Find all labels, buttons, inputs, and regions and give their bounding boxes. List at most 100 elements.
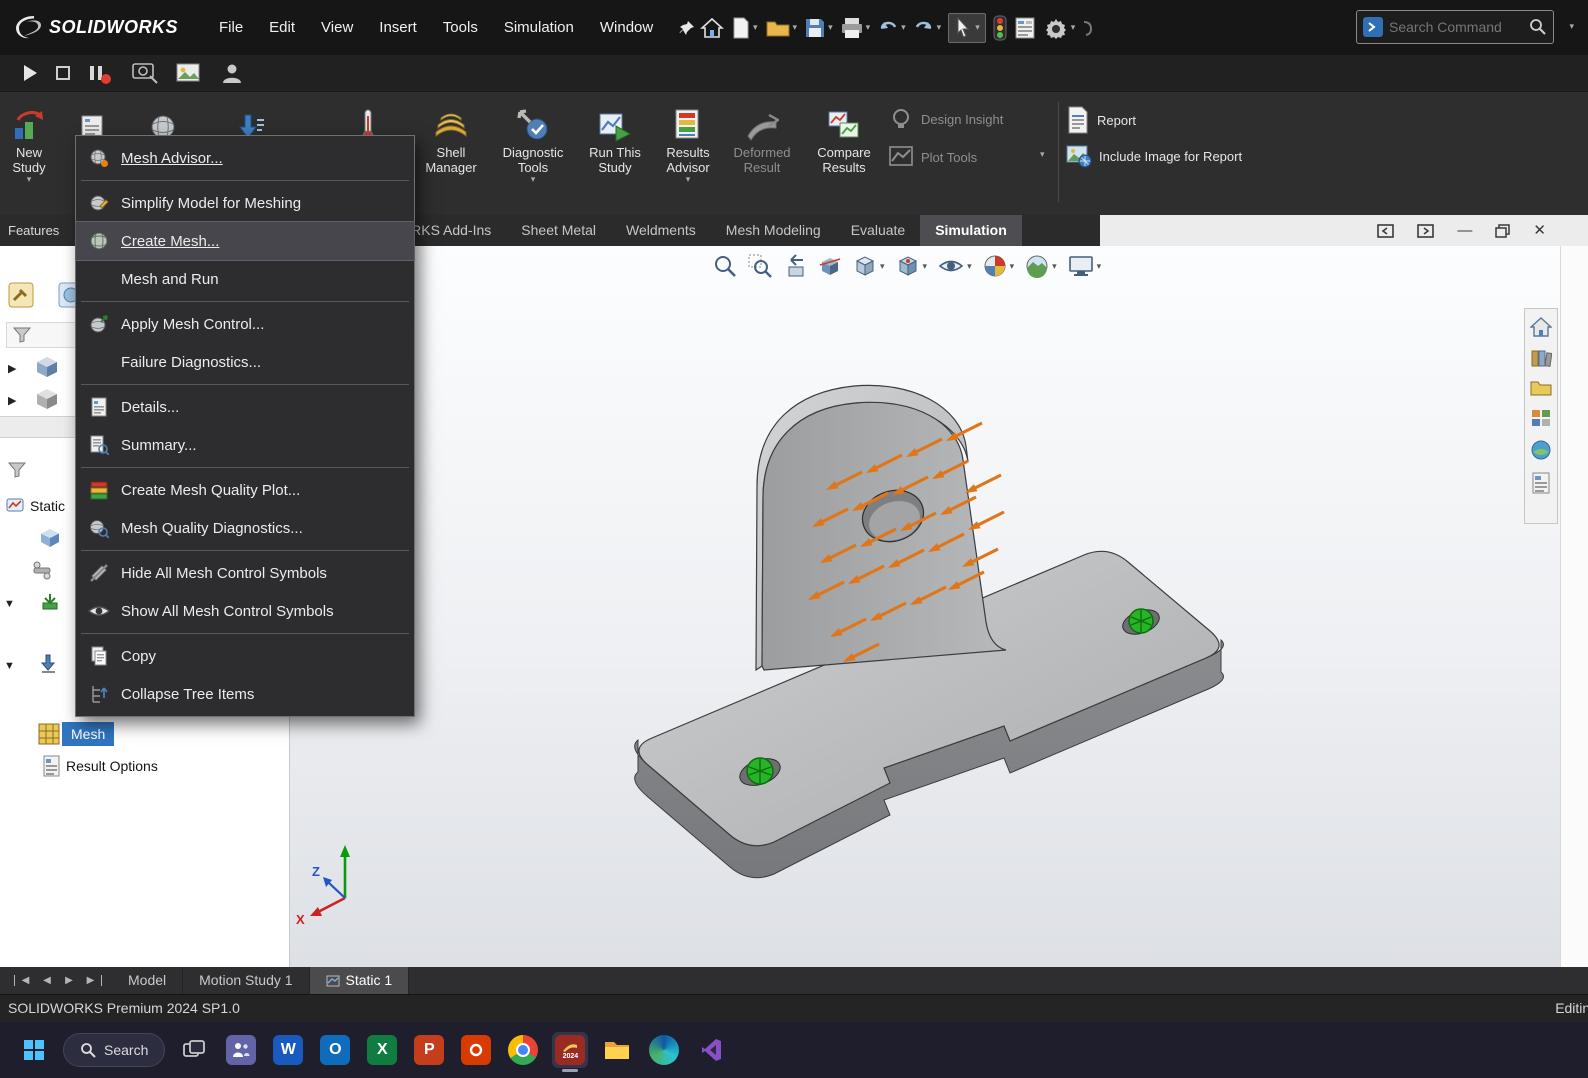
file-explorer-tab-icon[interactable] xyxy=(1530,379,1552,397)
undo-button[interactable]: ▾ xyxy=(877,18,906,38)
solidworks-taskbar-icon[interactable]: 2024 xyxy=(552,1032,588,1068)
home-button[interactable] xyxy=(700,16,724,40)
filter-funnel-icon[interactable] xyxy=(8,462,26,478)
search-icon[interactable] xyxy=(1529,18,1547,36)
menu-item-mesh-quality-diagnostics[interactable]: Mesh Quality Diagnostics... xyxy=(76,509,414,547)
edit-appearance-button[interactable]: ▾ xyxy=(980,252,1018,280)
new-document-button[interactable]: ▾ xyxy=(731,16,758,40)
tab-simulation[interactable]: Simulation xyxy=(920,215,1022,246)
featuremanager-tab-label[interactable]: Features xyxy=(8,215,59,246)
menu-item-summary[interactable]: Summary... xyxy=(76,426,414,464)
part-node-icon[interactable] xyxy=(40,528,60,548)
start-button[interactable] xyxy=(16,1032,52,1068)
connections-node-icon[interactable] xyxy=(32,560,52,580)
menu-item-failure-diagnostics[interactable]: Failure Diagnostics... xyxy=(76,343,414,381)
file-explorer-icon[interactable] xyxy=(599,1032,635,1068)
zoom-to-fit-icon[interactable] xyxy=(710,252,740,280)
shell-manager-button[interactable]: Shell Manager xyxy=(413,100,489,175)
menu-item-apply-mesh-control[interactable]: Apply Mesh Control... xyxy=(76,305,414,343)
tree-node-icon[interactable] xyxy=(36,356,58,378)
word-icon[interactable]: W xyxy=(270,1032,306,1068)
menu-item-simplify-model[interactable]: Simplify Model for Meshing xyxy=(76,184,414,222)
menu-item-hide-all-mesh-control-symbols[interactable]: Hide All Mesh Control Symbols xyxy=(76,554,414,592)
menu-file[interactable]: File xyxy=(206,0,256,55)
open-document-button[interactable]: ▾ xyxy=(765,17,798,39)
tab-mesh-modeling[interactable]: Mesh Modeling xyxy=(711,215,836,246)
zoom-to-area-icon[interactable] xyxy=(745,252,775,280)
menu-item-create-mesh-quality-plot[interactable]: Create Mesh Quality Plot... xyxy=(76,471,414,509)
last-tab-button[interactable]: ▶ xyxy=(80,975,102,986)
tab-weldments[interactable]: Weldments xyxy=(611,215,711,246)
3d-model[interactable]: X Z xyxy=(290,246,1588,967)
edge-icon[interactable] xyxy=(646,1032,682,1068)
tree-collapse-arrow[interactable]: ▼ xyxy=(4,598,15,610)
menu-item-collapse-tree-items[interactable]: Collapse Tree Items xyxy=(76,675,414,713)
run-this-study-button[interactable]: Run This Study xyxy=(577,100,653,175)
diagnostic-tools-button[interactable]: Diagnostic Tools ▾ xyxy=(495,100,571,184)
tab-sheet-metal[interactable]: Sheet Metal xyxy=(506,215,611,246)
graphics-area[interactable]: X Z ▾ ▾ ▾ ▾ ▾ ▾ xyxy=(290,246,1588,967)
previous-pane-icon[interactable] xyxy=(1377,224,1394,238)
menu-item-copy[interactable]: Copy xyxy=(76,637,414,675)
result-options-tree-item[interactable]: Result Options xyxy=(66,758,158,774)
study-icon[interactable] xyxy=(6,496,24,514)
tree-expand-arrow[interactable]: ▶ xyxy=(8,362,16,375)
menu-window[interactable]: Window xyxy=(587,0,666,55)
panel-tool-icon[interactable] xyxy=(8,282,34,308)
view-palette-icon[interactable] xyxy=(1530,408,1552,428)
pause-record-button[interactable] xyxy=(88,65,104,81)
previous-view-icon[interactable] xyxy=(780,252,810,280)
close-button[interactable]: ✕ xyxy=(1533,223,1546,238)
tree-node-icon[interactable] xyxy=(36,388,58,410)
redo-button[interactable]: ▾ xyxy=(913,18,942,38)
new-study-button[interactable]: New Study ▾ xyxy=(0,100,58,184)
menu-view[interactable]: View xyxy=(308,0,366,55)
next-pane-icon[interactable] xyxy=(1417,224,1434,238)
select-tool-button[interactable]: ▾ xyxy=(948,13,986,43)
section-view-icon[interactable] xyxy=(815,252,845,280)
search-dropdown-chevron[interactable]: ▾ xyxy=(1569,22,1574,31)
first-tab-button[interactable]: ◀ xyxy=(14,975,36,986)
collapsed-task-pane[interactable] xyxy=(1560,246,1588,967)
minimize-button[interactable]: — xyxy=(1457,223,1472,238)
menu-item-show-all-mesh-control-symbols[interactable]: Show All Mesh Control Symbols xyxy=(76,592,414,630)
fixtures-node-icon[interactable] xyxy=(40,592,60,612)
diagnostic-tools-chevron[interactable]: ▾ xyxy=(495,175,571,184)
next-tab-button[interactable]: ▶ xyxy=(58,975,80,986)
compare-results-button[interactable]: Compare Results xyxy=(806,100,882,175)
include-image-for-report-button[interactable]: Include Image for Report xyxy=(1066,144,1242,168)
results-advisor-chevron[interactable]: ▾ xyxy=(650,175,726,184)
tab-model[interactable]: Model xyxy=(112,967,183,994)
task-view-button[interactable] xyxy=(176,1032,212,1068)
tab-evaluate[interactable]: Evaluate xyxy=(836,215,920,246)
teams-icon[interactable] xyxy=(223,1032,259,1068)
study-tree-root-label[interactable]: Static xyxy=(30,498,65,514)
previous-tab-button[interactable]: ◀ xyxy=(36,975,58,986)
powerpoint-icon[interactable]: P xyxy=(411,1032,447,1068)
outlook-icon[interactable]: O xyxy=(317,1032,353,1068)
tab-static-1[interactable]: Static 1 xyxy=(310,967,410,994)
user-session-icon[interactable] xyxy=(220,61,244,85)
menu-item-mesh-and-run[interactable]: Mesh and Run xyxy=(76,260,414,298)
chrome-icon[interactable] xyxy=(505,1032,541,1068)
search-input[interactable] xyxy=(1389,19,1523,35)
external-loads-node-icon[interactable] xyxy=(40,654,60,674)
report-button[interactable]: Report xyxy=(1066,106,1136,134)
taskbar-search[interactable]: Search xyxy=(63,1033,165,1067)
tree-collapse-arrow[interactable]: ▼ xyxy=(4,660,15,672)
menu-insert[interactable]: Insert xyxy=(366,0,430,55)
options-gear-button[interactable]: ▾ xyxy=(1043,15,1076,41)
tree-expand-arrow[interactable]: ▶ xyxy=(8,394,16,407)
new-study-chevron[interactable]: ▾ xyxy=(0,175,58,184)
results-advisor-button[interactable]: Results Advisor ▾ xyxy=(650,100,726,184)
app-icon-red[interactable] xyxy=(458,1032,494,1068)
play-button[interactable] xyxy=(22,64,38,82)
stop-button[interactable] xyxy=(56,66,70,80)
custom-properties-icon[interactable] xyxy=(1531,472,1551,494)
task-pane-toggle-icon[interactable] xyxy=(1014,16,1036,40)
display-style-button[interactable]: ▾ xyxy=(850,252,888,280)
apply-scene-button[interactable]: ▾ xyxy=(1022,252,1060,280)
home-tab-icon[interactable] xyxy=(1530,317,1552,337)
hide-show-items-button[interactable]: ▾ xyxy=(935,252,975,280)
menu-edit[interactable]: Edit xyxy=(256,0,308,55)
